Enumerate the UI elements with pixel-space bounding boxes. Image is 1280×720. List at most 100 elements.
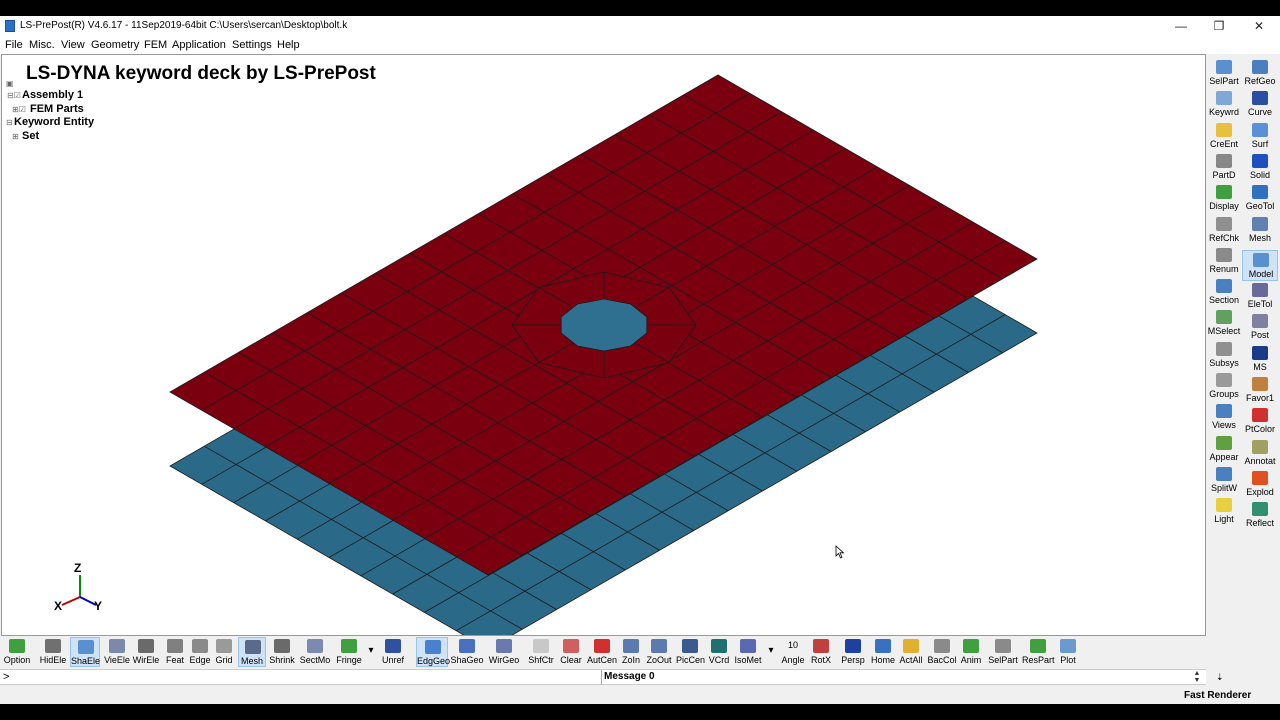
bolt-hole[interactable] [560, 298, 648, 352]
panel-button-curve[interactable]: Curve [1242, 89, 1278, 120]
tree-item-keyword-entity[interactable]: Keyword Entity [14, 116, 94, 128]
toolbar-button-respart[interactable]: ResPart [1022, 637, 1055, 667]
toolbar-button-edge[interactable]: Edge [188, 637, 212, 667]
panel-button-geotol[interactable]: GeoTol [1242, 183, 1278, 214]
tree-expand-icon[interactable]: ⊟ [6, 118, 13, 127]
panel-button-mselect[interactable]: MSelect [1206, 308, 1242, 339]
tree-item-fem-parts[interactable]: FEM Parts [30, 103, 84, 115]
menu-help[interactable]: Help [277, 39, 300, 51]
toolbar-button-grid[interactable]: Grid [212, 637, 236, 667]
panel-button-appear[interactable]: Appear [1206, 434, 1242, 465]
toolbar-button-edggeo[interactable]: EdgGeo [416, 637, 450, 667]
panel-button-refchk[interactable]: RefChk [1206, 215, 1242, 246]
toolbar-button-shfctr[interactable]: ShfCtr [527, 637, 555, 667]
toolbar-button-baccol[interactable]: BacCol [927, 637, 957, 667]
menu-geometry[interactable]: Geometry [91, 39, 139, 51]
panel-button-section[interactable]: Section [1206, 277, 1242, 308]
panel-button-groups[interactable]: Groups [1206, 371, 1242, 402]
dropdown-button[interactable]: ▾ [764, 637, 778, 667]
more-tools-icon[interactable]: ⇣ [1216, 672, 1224, 683]
message-spinner[interactable]: ▲ ▼ [1192, 670, 1202, 684]
model-mesh[interactable] [2, 55, 1206, 636]
panel-button-solid[interactable]: Solid [1242, 152, 1278, 183]
menu-settings[interactable]: Settings [232, 39, 272, 51]
toolbar-button-wirele[interactable]: WirEle [132, 637, 160, 667]
tree-checkbox-icon[interactable]: ⊞☑ [12, 105, 26, 114]
tree-item-assembly[interactable]: Assembly 1 [22, 89, 83, 101]
panel-button-label: MSelect [1207, 326, 1241, 337]
restore-button[interactable]: ❐ [1200, 16, 1238, 36]
menu-fem[interactable]: FEM [144, 39, 167, 51]
toolbar-button-label: WirGeo [488, 655, 520, 665]
toolbar-button-persp[interactable]: Persp [840, 637, 866, 667]
angle-value[interactable]: 10 [780, 640, 806, 650]
tree-toggle-icon[interactable]: ▣ [6, 79, 14, 88]
toolbar-button-clear[interactable]: Clear [558, 637, 584, 667]
toolbar-button-vieele[interactable]: VieEle [102, 637, 132, 667]
toolbar-button-option[interactable]: Option [2, 637, 32, 667]
toolbar-button-autcen[interactable]: AutCen [587, 637, 617, 667]
panel-button-ms[interactable]: MS [1242, 344, 1278, 375]
toolbar-button-label: ResPart [1022, 655, 1055, 665]
panel-button-favor1[interactable]: Favor1 [1242, 375, 1278, 406]
toolbar-button-plot[interactable]: Plot [1058, 637, 1078, 667]
dropdown-button[interactable]: ▾ [364, 637, 378, 667]
panel-button-eletol[interactable]: EleTol [1242, 281, 1278, 312]
toolbar-button-shrink[interactable]: Shrink [268, 637, 296, 667]
toolbar-button-shaele[interactable]: ShaEle [70, 637, 100, 667]
toolbar-button-anim[interactable]: Anim [958, 637, 984, 667]
menu-view[interactable]: View [61, 39, 85, 51]
toolbar-button-label: Plot [1060, 655, 1076, 665]
spin-up-icon[interactable]: ▲ [1192, 670, 1202, 677]
toolbar-button-sectmo[interactable]: SectMo [298, 637, 332, 667]
tree-expand-icon[interactable]: ⊞ [12, 132, 19, 141]
toolbar-button-zoin[interactable]: ZoIn [619, 637, 643, 667]
panel-button-creent[interactable]: CreEnt [1206, 121, 1242, 152]
toolbar-button-angle[interactable]: 10 Angle [780, 637, 806, 667]
toolbar-button-unref[interactable]: Unref [380, 637, 406, 667]
panel-button-views[interactable]: Views [1206, 402, 1242, 433]
panel-button-keywrd[interactable]: Keywrd [1206, 89, 1242, 120]
panel-button-reflect[interactable]: Reflect [1242, 500, 1278, 531]
panel-button-model[interactable]: Model [1242, 249, 1278, 281]
panel-button-splitw[interactable]: SplitW [1206, 465, 1242, 496]
toolbar-button-piccen[interactable]: PicCen [676, 637, 705, 667]
panel-button-light[interactable]: Light [1206, 496, 1242, 527]
toolbar-button-wirgeo[interactable]: WirGeo [487, 637, 521, 667]
toolbar-button-home[interactable]: Home [870, 637, 896, 667]
toolbar-button-fringe[interactable]: Fringe [334, 637, 364, 667]
panel-button-subsys[interactable]: Subsys [1206, 340, 1242, 371]
menu-file[interactable]: File [5, 39, 23, 51]
toolbar-button-zoout[interactable]: ZoOut [645, 637, 673, 667]
command-input[interactable]: > [3, 671, 9, 683]
panel-button-post[interactable]: Post [1242, 312, 1278, 343]
toolbar-button-vcrd[interactable]: VCrd [707, 637, 731, 667]
toolbar-button-selpart[interactable]: SelPart [987, 637, 1019, 667]
toolbar-button-hidele[interactable]: HidEle [38, 637, 68, 667]
close-button[interactable]: ✕ [1240, 16, 1278, 36]
panel-button-explod[interactable]: Explod [1242, 469, 1278, 500]
menu-misc[interactable]: Misc. [29, 39, 55, 51]
toolbar-button-actall[interactable]: ActAll [898, 637, 924, 667]
panel-button-renum[interactable]: Renum [1206, 246, 1242, 277]
panel-button-refgeo[interactable]: RefGeo [1242, 58, 1278, 89]
panel-button-selpart[interactable]: SelPart [1206, 58, 1242, 89]
spin-down-icon[interactable]: ▼ [1192, 677, 1202, 684]
panel-button-ptcolor[interactable]: PtColor [1242, 406, 1278, 437]
graphics-viewport[interactable]: LS-DYNA keyword deck by LS-PrePost ▣ Ass… [1, 54, 1206, 636]
panel-button-partd[interactable]: PartD [1206, 152, 1242, 183]
panel-button-surf[interactable]: Surf [1242, 121, 1278, 152]
panel-button-display[interactable]: Display [1206, 183, 1242, 214]
tree-checkbox-icon[interactable]: ⊟☑ [7, 91, 21, 100]
panel-button-annotat[interactable]: Annotat [1242, 438, 1278, 469]
toolbar-button-rotx[interactable]: RotX [808, 637, 834, 667]
menu-application[interactable]: Application [172, 39, 226, 51]
toolbar-button-shageo[interactable]: ShaGeo [450, 637, 484, 667]
toolbar-button-feat[interactable]: Feat [162, 637, 188, 667]
toolbar-button-isomet[interactable]: IsoMet [734, 637, 762, 667]
toolbar-button-mesh[interactable]: Mesh [238, 637, 266, 667]
tree-item-set[interactable]: Set [22, 130, 39, 142]
toolbar-button-label: WirEle [132, 655, 160, 665]
panel-button-mesh[interactable]: Mesh [1242, 215, 1278, 246]
minimize-button[interactable]: — [1162, 16, 1200, 36]
